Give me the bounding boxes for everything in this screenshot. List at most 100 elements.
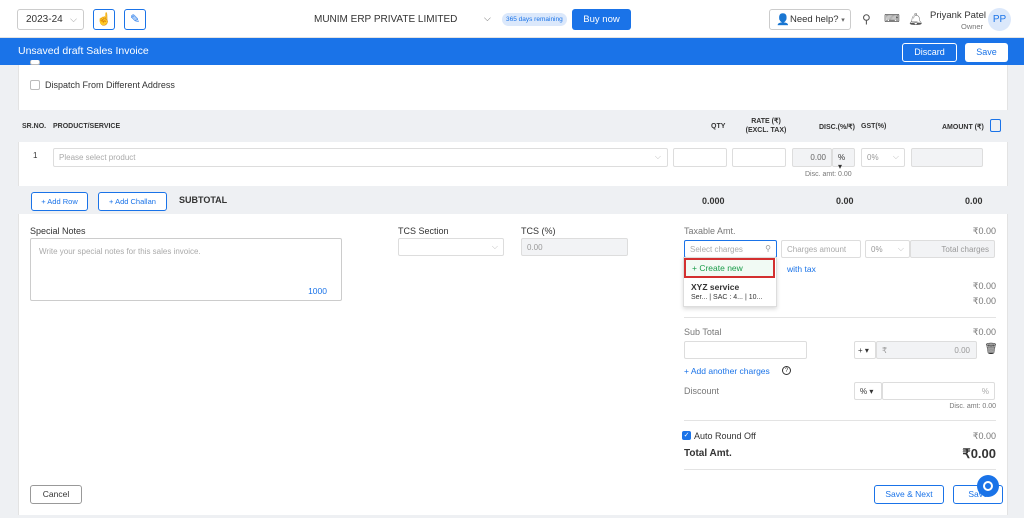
need-help-button[interactable]: 👤 Need help? ▾ <box>769 9 851 30</box>
tcs-percent-input: 0.00 <box>521 238 628 256</box>
total-amt-label: Total Amt. <box>684 448 732 459</box>
column-settings-icon[interactable] <box>990 119 1001 132</box>
special-notes-label: Special Notes <box>30 226 86 236</box>
create-new-option[interactable]: + Create new <box>684 258 775 278</box>
round-off-value: ₹0.00 <box>972 431 996 441</box>
dispatch-address-label: Dispatch From Different Address <box>45 80 175 90</box>
divider <box>684 469 996 470</box>
dispatch-address-checkbox[interactable] <box>30 80 40 90</box>
auto-round-off-checkbox[interactable]: ✓ <box>682 431 691 440</box>
rate-input[interactable] <box>732 148 786 167</box>
financial-year-select[interactable]: 2023-24 ⌵ <box>17 9 84 30</box>
notes-placeholder: Write your special notes for this sales … <box>39 247 201 256</box>
summary-value-1: ₹0.00 <box>972 281 996 291</box>
col-rate-line2: (EXCL. TAX) <box>745 127 787 134</box>
caret-down-icon: ▾ <box>841 17 845 24</box>
search-icon: ⚲ <box>765 244 771 253</box>
cancel-button[interactable]: Cancel <box>30 485 82 504</box>
tcs-section-select[interactable]: ⌵ <box>398 238 504 256</box>
subtotal-label: SUBTOTAL <box>179 195 228 205</box>
table-header <box>18 110 1008 142</box>
buy-now-button[interactable]: Buy now <box>572 9 631 30</box>
subtotal-qty: 0.000 <box>702 196 725 206</box>
col-rate: RATE (₹) (EXCL. TAX) <box>738 117 794 134</box>
trash-icon[interactable]: 🗑︎ <box>984 342 998 355</box>
qty-input[interactable] <box>673 148 727 167</box>
divider <box>684 420 996 421</box>
sub-total-label: Sub Total <box>684 327 722 337</box>
chevron-down-icon: ⌵ <box>897 244 904 253</box>
select-charges-placeholder: Select charges <box>690 245 743 254</box>
taxable-amt-value: ₹0.00 <box>972 226 996 236</box>
discount-input[interactable]: 0.00 <box>792 148 832 167</box>
days-remaining-badge: 365 days remaining <box>502 13 567 26</box>
discount-type-select[interactable]: % ▾ <box>832 148 855 171</box>
save-button[interactable]: Save <box>965 43 1008 62</box>
summary-discount-type-select[interactable]: % ▾ <box>854 382 882 400</box>
total-amt-value: ₹0.00 <box>962 446 996 461</box>
keyboard-icon[interactable]: ⌨ <box>884 12 900 25</box>
row-disc-amt: Disc. amt: 0.00 <box>805 171 852 178</box>
need-help-label: Need help? <box>790 14 839 25</box>
col-gst: GST(%) <box>861 123 887 130</box>
with-tax-text[interactable]: with tax <box>787 264 816 274</box>
summary-value-2: ₹0.00 <box>972 296 996 306</box>
sub-total-value: ₹0.00 <box>972 327 996 337</box>
page-title: Unsaved draft Sales Invoice <box>18 45 149 57</box>
partial-checkbox[interactable] <box>30 60 40 65</box>
user-name: Priyank Patel <box>930 10 986 21</box>
chat-icon[interactable] <box>977 475 999 497</box>
save-next-button[interactable]: Save & Next <box>874 485 944 504</box>
dropdown-item-name[interactable]: XYZ service <box>691 282 739 292</box>
auto-round-off-label: Auto Round Off <box>694 431 756 441</box>
col-srno: SR.NO. <box>22 123 47 130</box>
adjustment-label-input[interactable] <box>684 341 807 359</box>
divider <box>684 317 996 318</box>
col-rate-line1: RATE (₹) <box>751 118 781 125</box>
discard-button[interactable]: Discard <box>902 43 957 62</box>
select-charges-input[interactable]: Select charges ⚲ <box>684 240 777 258</box>
support-agent-icon: 👤 <box>776 14 790 26</box>
amount-input <box>911 148 983 167</box>
total-charges-input: Total charges <box>910 240 995 258</box>
add-another-charges-link[interactable]: + Add another charges <box>684 366 770 376</box>
gst-select[interactable]: 0% ⌵ <box>861 148 905 167</box>
edit-document-icon[interactable]: ✎ <box>124 9 146 30</box>
search-icon[interactable]: ⚲ <box>862 12 871 26</box>
discount-label: Discount <box>684 386 720 396</box>
dropdown-item-sub[interactable]: Ser... | SAC : 4... | 10... <box>691 294 762 301</box>
special-notes-textarea[interactable]: Write your special notes for this sales … <box>30 238 342 301</box>
add-row-button[interactable]: + Add Row <box>31 192 88 211</box>
company-chevron-icon[interactable]: ⌵ <box>484 13 491 24</box>
subtotal-disc: 0.00 <box>836 196 854 206</box>
product-placeholder: Please select product <box>59 153 136 162</box>
summary-discount-input[interactable]: % <box>882 382 995 400</box>
chevron-down-icon: ⌵ <box>654 152 661 161</box>
adjustment-value-input[interactable]: ₹ 0.00 <box>876 341 977 359</box>
adjustment-currency: ₹ <box>882 346 888 355</box>
help-icon[interactable]: ? <box>782 366 791 375</box>
charges-gst-select[interactable]: 0% ⌵ <box>865 240 910 258</box>
page-header-bar <box>0 38 1024 65</box>
charges-gst-value: 0% <box>871 245 883 254</box>
col-qty: QTY <box>711 123 726 130</box>
product-select[interactable]: Please select product ⌵ <box>53 148 668 167</box>
chevron-down-icon: ⌵ <box>70 14 77 24</box>
summary-disc-amt: Disc. amt: 0.00 <box>949 403 996 410</box>
col-product: PRODUCT/SERVICE <box>53 123 121 130</box>
add-challan-button[interactable]: + Add Challan <box>98 192 167 211</box>
tcs-section-label: TCS Section <box>398 226 449 236</box>
charges-amount-input[interactable]: Charges amount <box>781 240 861 258</box>
company-name[interactable]: MUNIM ERP PRIVATE LIMITED <box>314 14 457 25</box>
tcs-percent-label: TCS (%) <box>521 226 556 236</box>
adjustment-value: 0.00 <box>954 346 970 355</box>
col-disc: DISC.(%/₹) <box>819 124 855 131</box>
touch-icon[interactable]: ☝ <box>93 9 115 30</box>
chevron-down-icon: ⌵ <box>491 242 498 251</box>
bell-icon[interactable]: 🔔︎ <box>908 12 923 26</box>
adjustment-sign-select[interactable]: + ▾ <box>854 341 876 359</box>
avatar[interactable]: PP <box>988 8 1011 31</box>
discount-type-value: % <box>838 153 846 162</box>
subtotal-amount: 0.00 <box>965 196 983 206</box>
financial-year-value: 2023-24 <box>26 14 63 25</box>
